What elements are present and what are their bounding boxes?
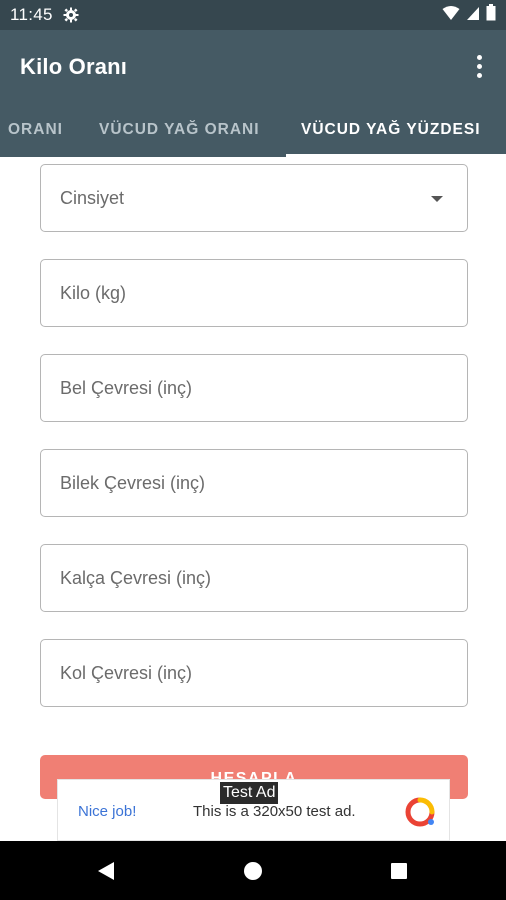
- hip-field[interactable]: Kalça Çevresi (inç): [40, 544, 468, 612]
- ad-description: This is a 320x50 test ad.: [193, 803, 356, 820]
- signal-icon: [466, 5, 480, 26]
- battery-icon: [486, 4, 496, 26]
- tab-label: VÜCUD YAĞ YÜZDESI: [301, 121, 481, 138]
- ad-nice-text: Nice job!: [78, 803, 137, 820]
- status-time: 11:45: [10, 5, 53, 24]
- arm-field[interactable]: Kol Çevresi (inç): [40, 639, 468, 707]
- dropdown-arrow-icon: [431, 196, 443, 202]
- hip-field-placeholder: Kalça Çevresi (inç): [60, 567, 212, 588]
- gear-icon: [63, 7, 79, 23]
- more-vert-icon[interactable]: [473, 49, 486, 84]
- back-icon[interactable]: [76, 841, 136, 900]
- app-title: Kilo Oranı: [20, 53, 128, 79]
- home-icon[interactable]: [223, 841, 283, 900]
- gender-dropdown[interactable]: Cinsiyet: [40, 164, 468, 232]
- tab-orani[interactable]: ORANI: [8, 103, 63, 157]
- gender-dropdown-placeholder: Cinsiyet: [60, 187, 125, 208]
- wrist-field-placeholder: Bilek Çevresi (inç): [60, 472, 206, 493]
- waist-field-placeholder: Bel Çevresi (inç): [60, 377, 193, 398]
- waist-field[interactable]: Bel Çevresi (inç): [40, 354, 468, 422]
- admob-logo-icon: [404, 796, 436, 833]
- system-nav-bar: [0, 841, 506, 900]
- weight-field-placeholder: Kilo (kg): [60, 282, 127, 303]
- wifi-icon: [442, 5, 460, 26]
- tab-indicator: [286, 154, 506, 157]
- test-ad-badge: Test Ad: [220, 782, 279, 804]
- app-bar: Kilo Oranı: [0, 30, 506, 103]
- weight-field[interactable]: Kilo (kg): [40, 259, 468, 327]
- arm-field-placeholder: Kol Çevresi (inç): [60, 662, 193, 683]
- tab-label: ORANI: [8, 121, 63, 138]
- recents-icon[interactable]: [369, 841, 429, 900]
- tab-bar: ORANI VÜCUD YAĞ ORANI VÜCUD YAĞ YÜZDESI: [0, 103, 506, 157]
- tab-vucud-yag-yuzdesi[interactable]: VÜCUD YAĞ YÜZDESI: [301, 103, 481, 157]
- tab-vucud-yag-orani[interactable]: VÜCUD YAĞ ORANI: [99, 103, 260, 157]
- tab-label: VÜCUD YAĞ ORANI: [99, 121, 260, 138]
- status-bar: 11:45: [0, 0, 506, 30]
- wrist-field[interactable]: Bilek Çevresi (inç): [40, 449, 468, 517]
